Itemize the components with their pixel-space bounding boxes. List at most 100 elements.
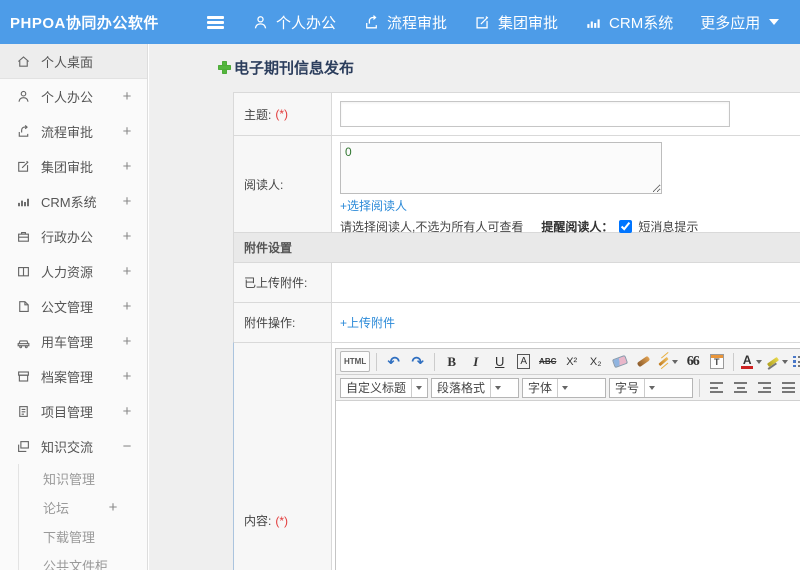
sidebar-item-group-approval[interactable]: 集团审批 + [0,149,147,184]
sidebar-item-archive-management[interactable]: 档案管理 + [0,359,147,394]
topnav-more-apps[interactable]: 更多应用 [700,12,780,33]
topnav-label: 更多应用 [700,14,761,32]
sidebar-subitem-label: 论坛 [43,501,70,516]
top-navigation: 个人办公 流程审批 集团审批 CRM系统 更多应用 [252,0,780,44]
editor-content-area[interactable] [336,401,800,570]
sidebar-item-human-resources[interactable]: 人力资源 + [0,254,147,289]
project-icon [19,406,28,417]
font-style-button[interactable]: A [513,351,534,372]
sidebar-item-crm-system[interactable]: CRM系统 + [0,184,147,219]
sidebar-subitem-public-file-cabinet[interactable]: 公共文件柜 [19,551,147,570]
caret-down-icon [756,359,763,364]
sidebar-subitem-knowledge-management[interactable]: 知识管理 [19,464,147,493]
plus-icon [218,61,231,74]
editor-toolbar-row2: 自定义标题 段落格式 字体 字号 [336,375,800,401]
sms-remind-label: 短消息提示 [638,220,699,234]
sidebar-subitem-label: 公共文件柜 [43,559,109,570]
topnav-workflow-approval[interactable]: 流程审批 [363,12,447,33]
caret-down-icon [495,385,502,390]
expand-plus-toggle[interactable]: + [121,123,133,140]
select-readers-link[interactable]: +选择阅读人 [340,199,407,213]
sidebar-item-personal-office[interactable]: 个人办公 + [0,79,147,114]
upload-attachment-link[interactable]: +上传附件 [340,314,395,331]
highlight-color-button[interactable] [766,351,789,372]
align-left-button[interactable] [706,377,727,398]
sidebar-subitem-label: 下载管理 [43,530,96,545]
sidebar-item-official-docs[interactable]: 公文管理 + [0,289,147,324]
custom-heading-select[interactable]: 自定义标题 [340,377,428,398]
label-text: 内容: [244,514,272,528]
topnav-personal-office[interactable]: 个人办公 [252,12,336,33]
sidebar-item-vehicle-management[interactable]: 用车管理 + [0,324,147,359]
align-justify-button[interactable] [778,377,799,398]
required-mark: (*) [275,107,289,121]
paragraph-format-select[interactable]: 段落格式 [431,377,519,398]
caret-down-icon [782,359,789,364]
font-family-select[interactable]: 字体 [522,377,606,398]
sidebar-item-label: 公文管理 [41,300,94,315]
expand-plus-toggle[interactable]: + [121,368,133,385]
italic-button[interactable]: I [465,351,486,372]
edit-icon [476,15,489,28]
chart-icon [18,197,29,208]
align-center-button[interactable] [730,377,751,398]
sidebar-item-workflow-approval[interactable]: 流程审批 + [0,114,147,149]
strikethrough-button[interactable]: ABC [537,351,558,372]
sidebar-subitem-forum[interactable]: 论坛 + [19,493,147,522]
sidebar-item-admin-office[interactable]: 行政办公 + [0,219,147,254]
subject-cell [332,93,800,135]
label-text: 已上传附件: [244,276,308,290]
expand-plus-toggle[interactable]: + [121,88,133,105]
select-value: 字号 [615,381,640,395]
subject-input[interactable] [340,101,730,127]
expand-plus-toggle[interactable]: + [121,263,133,280]
underline-button[interactable]: U [489,351,510,372]
ordered-list-button[interactable] [792,351,800,372]
readers-row: 阅读人: 0 +选择阅读人 请选择阅读人,不选为所有人可查看 提醒阅读人： 短消… [234,135,800,234]
user-icon [18,90,29,103]
expand-plus-toggle[interactable]: + [121,403,133,420]
redo-icon[interactable]: ↷ [407,351,428,372]
sms-remind-checkbox[interactable] [619,220,633,233]
html-source-button[interactable]: HTML [340,351,371,372]
toolbar-separator [733,352,735,371]
car-icon [17,340,30,349]
expand-plus-toggle[interactable]: + [121,228,133,245]
expand-plus-toggle[interactable]: + [121,193,133,210]
collapse-minus-toggle[interactable]: − [121,438,133,455]
subscript-button[interactable]: X₂ [585,351,606,372]
caret-down-icon [649,385,656,390]
font-color-button[interactable]: A [740,351,763,372]
flow-icon [18,124,29,137]
expand-plus-toggle[interactable]: + [121,298,133,315]
topnav-crm-system[interactable]: CRM系统 [585,12,673,33]
remove-format-button[interactable] [609,351,630,372]
expand-plus-toggle[interactable]: + [121,333,133,350]
topnav-group-approval[interactable]: 集团审批 [474,12,558,33]
readers-textarea[interactable]: 0 [340,142,662,194]
hint-text: 请选择阅读人,不选为所有人可查看 [340,220,524,234]
font-size-select[interactable]: 字号 [609,377,693,398]
sidebar-subitem-download-management[interactable]: 下载管理 [19,522,147,551]
expand-plus-toggle[interactable]: + [107,499,119,516]
sidebar-item-label: 项目管理 [41,405,94,420]
sidebar-item-knowledge-exchange[interactable]: 知识交流 − [0,429,147,464]
sidebar-item-personal-desktop[interactable]: 个人桌面 [0,44,147,79]
sidebar-item-project-management[interactable]: 项目管理 + [0,394,147,429]
align-right-button[interactable] [754,377,775,398]
blockquote-button[interactable]: 66 [682,351,703,372]
bold-button[interactable]: B [441,351,462,372]
readers-cell: 0 +选择阅读人 请选择阅读人,不选为所有人可查看 提醒阅读人： 短消息提示 [332,136,800,234]
autoformat-button[interactable] [657,351,679,372]
superscript-button[interactable]: X² [561,351,582,372]
hamburger-menu-icon[interactable] [207,14,227,30]
expand-plus-toggle[interactable]: + [121,158,133,175]
archive-icon [18,371,29,382]
paste-text-button[interactable]: T [706,351,727,372]
label-text: 附件操作: [244,316,296,330]
subject-row: 主题: (*) [234,93,800,135]
undo-icon[interactable]: ↶ [383,351,404,372]
uploaded-attachments-label: 已上传附件: [234,263,332,302]
content-cell: HTML ↶ ↷ B I U A ABC X² X₂ 66 T A 自定义标题 … [332,343,800,570]
format-painter-button[interactable] [633,351,654,372]
